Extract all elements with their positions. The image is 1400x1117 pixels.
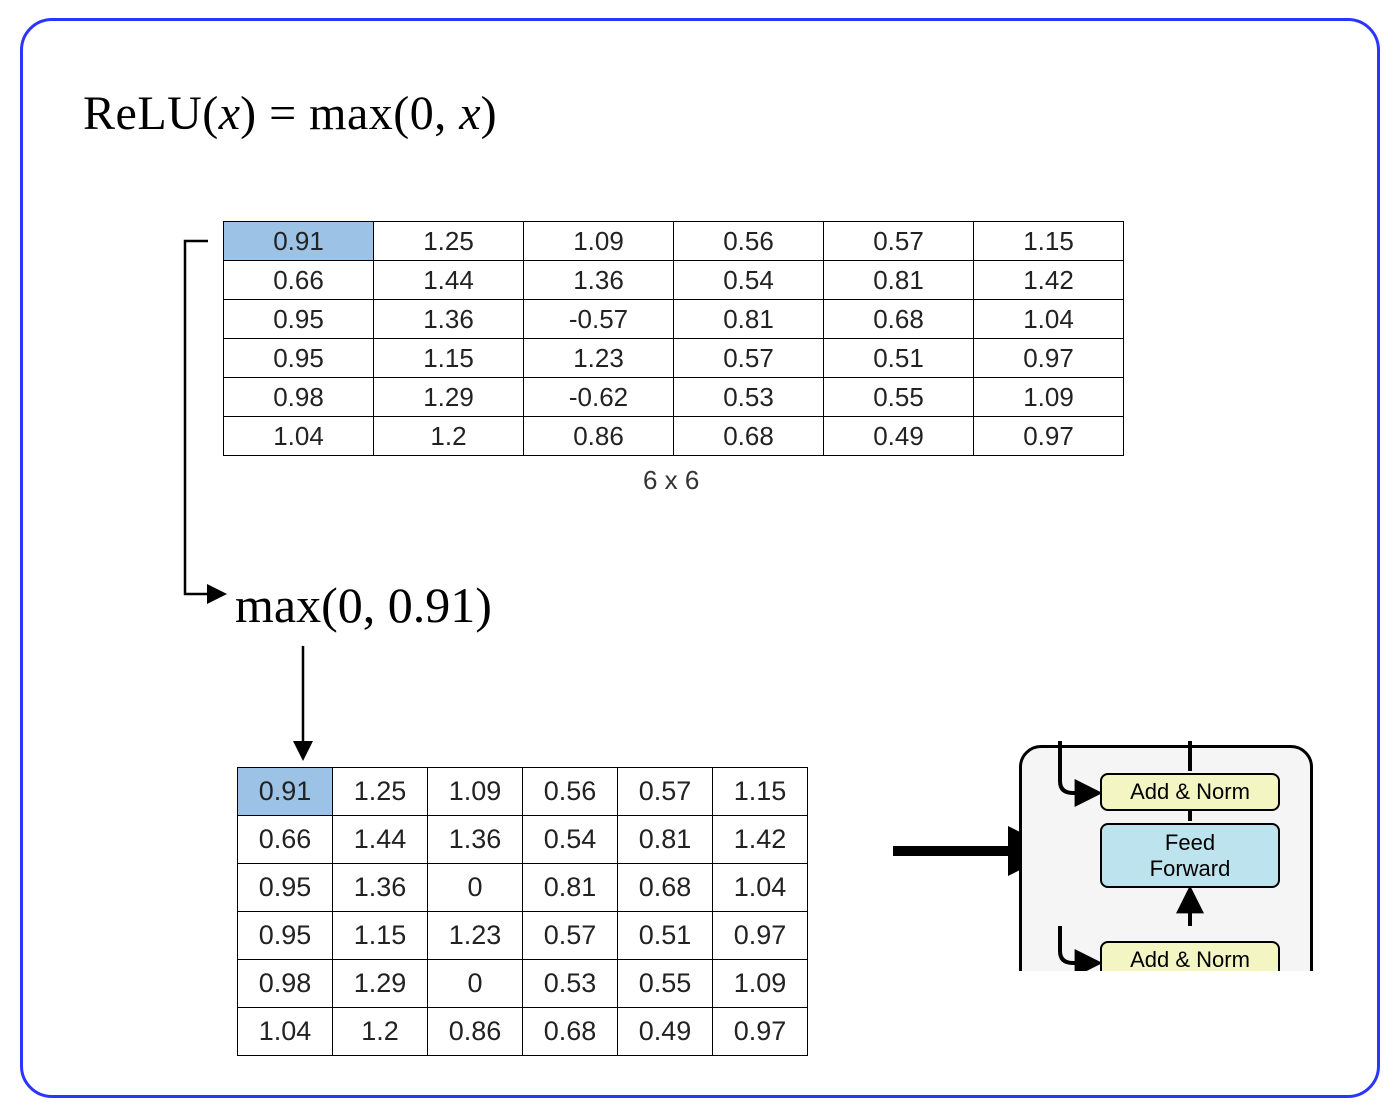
matrix-cell: 0.54: [523, 816, 618, 864]
matrix-cell: 0.49: [824, 417, 974, 456]
matrix-cell: 1.04: [224, 417, 374, 456]
matrix-cell: 0.53: [674, 378, 824, 417]
matrix-cell: 0.68: [618, 864, 713, 912]
max-calculation: max(0, 0.91): [235, 576, 492, 634]
matrix-cell: 1.04: [713, 864, 808, 912]
diagram-frame: ReLU(x) = max(0, x) 0.911.251.090.560.57…: [20, 18, 1380, 1098]
matrix-cell: 1.09: [974, 378, 1124, 417]
matrix-cell: 0.91: [238, 768, 333, 816]
matrix-cell: 1.2: [333, 1008, 428, 1056]
transformer-mini-diagram: Add & Norm FeedForward Add & Norm: [1015, 741, 1317, 971]
matrix-cell: 1.25: [333, 768, 428, 816]
matrix-cell: 0.51: [824, 339, 974, 378]
matrix-cell: 1.36: [428, 816, 523, 864]
matrix-cell: 1.44: [333, 816, 428, 864]
matrix-cell: 0.57: [523, 912, 618, 960]
matrix-cell: 1.2: [374, 417, 524, 456]
matrix-cell: 0.54: [674, 261, 824, 300]
matrix-cell: 0.95: [224, 300, 374, 339]
matrix-cell: 0.55: [824, 378, 974, 417]
matrix-cell: 1.09: [428, 768, 523, 816]
matrix-cell: 0: [428, 864, 523, 912]
matrix-cell: 0.97: [713, 912, 808, 960]
matrix-cell: 0.98: [238, 960, 333, 1008]
matrix-cell: 0.66: [238, 816, 333, 864]
matrix-cell: 0.51: [618, 912, 713, 960]
matrix-cell: 1.15: [333, 912, 428, 960]
matrix-cell: 0.86: [524, 417, 674, 456]
mini-feedforward: FeedForward: [1100, 823, 1280, 888]
mini-addnorm-bottom: Add & Norm: [1100, 941, 1280, 971]
matrix-cell: 0.55: [618, 960, 713, 1008]
matrix-cell: 1.36: [374, 300, 524, 339]
matrix-cell: 0.49: [618, 1008, 713, 1056]
matrix-cell: 1.15: [374, 339, 524, 378]
matrix-cell: 1.04: [238, 1008, 333, 1056]
matrix-cell: 1.25: [374, 222, 524, 261]
matrix-cell: 0.56: [674, 222, 824, 261]
mini-addnorm-top: Add & Norm: [1100, 773, 1280, 811]
matrix-cell: 0.95: [238, 864, 333, 912]
matrix-cell: 0.68: [824, 300, 974, 339]
matrix-cell: 0.68: [674, 417, 824, 456]
matrix-cell: 0.97: [974, 417, 1124, 456]
matrix-cell: 0.86: [428, 1008, 523, 1056]
matrix-cell: 0.53: [523, 960, 618, 1008]
matrix-cell: 1.29: [333, 960, 428, 1008]
matrix-cell: 0: [428, 960, 523, 1008]
matrix-dimension-label: 6 x 6: [643, 465, 699, 496]
matrix-cell: 1.29: [374, 378, 524, 417]
matrix-cell: 0.81: [523, 864, 618, 912]
matrix-cell: 0.95: [238, 912, 333, 960]
matrix-cell: 0.57: [618, 768, 713, 816]
input-matrix: 0.911.251.090.560.571.150.661.441.360.54…: [223, 221, 1124, 456]
matrix-cell: 0.97: [974, 339, 1124, 378]
matrix-cell: 0.97: [713, 1008, 808, 1056]
matrix-cell: 0.95: [224, 339, 374, 378]
relu-formula: ReLU(x) = max(0, x): [83, 86, 497, 141]
matrix-cell: 1.09: [524, 222, 674, 261]
matrix-cell: 1.09: [713, 960, 808, 1008]
matrix-cell: 1.44: [374, 261, 524, 300]
matrix-cell: 0.57: [824, 222, 974, 261]
matrix-cell: 0.56: [523, 768, 618, 816]
matrix-cell: 1.36: [333, 864, 428, 912]
matrix-cell: 0.98: [224, 378, 374, 417]
matrix-cell: 1.23: [428, 912, 523, 960]
matrix-cell: -0.57: [524, 300, 674, 339]
matrix-cell: 0.81: [824, 261, 974, 300]
matrix-cell: 1.42: [974, 261, 1124, 300]
matrix-cell: 0.57: [674, 339, 824, 378]
matrix-cell: 1.15: [713, 768, 808, 816]
matrix-cell: 1.36: [524, 261, 674, 300]
matrix-cell: 1.15: [974, 222, 1124, 261]
matrix-cell: 0.66: [224, 261, 374, 300]
matrix-cell: 1.42: [713, 816, 808, 864]
matrix-cell: 0.81: [674, 300, 824, 339]
matrix-cell: -0.62: [524, 378, 674, 417]
matrix-cell: 0.81: [618, 816, 713, 864]
matrix-cell: 1.04: [974, 300, 1124, 339]
output-matrix: 0.911.251.090.560.571.150.661.441.360.54…: [237, 767, 808, 1056]
matrix-cell: 0.91: [224, 222, 374, 261]
matrix-cell: 1.23: [524, 339, 674, 378]
matrix-cell: 0.68: [523, 1008, 618, 1056]
